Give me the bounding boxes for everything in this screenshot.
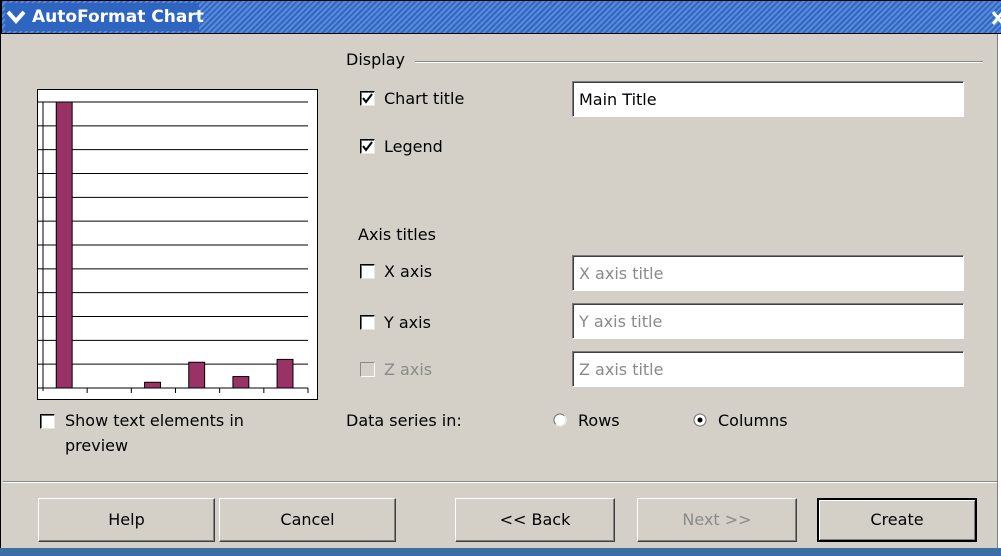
display-heading: Display: [346, 50, 405, 69]
show-text-elements-checkbox[interactable]: [40, 414, 55, 429]
autoformat-chart-dialog: AutoFormat Chart Show text elements in p…: [0, 0, 1001, 548]
checkmark-icon: [362, 141, 373, 152]
chart-title-label: Chart title: [384, 89, 465, 108]
rows-radio-label[interactable]: Rows: [578, 411, 620, 430]
columns-radio-label[interactable]: Columns: [718, 411, 788, 430]
close-icon[interactable]: [990, 9, 1001, 27]
chart-bar: [188, 361, 206, 389]
chart-title-input[interactable]: [572, 81, 964, 117]
show-text-elements-label-line1: Show text elements in: [65, 411, 244, 430]
cancel-button[interactable]: Cancel: [219, 498, 396, 542]
z-axis-title-input: [572, 351, 964, 387]
back-button[interactable]: << Back: [455, 498, 615, 542]
display-separator: [415, 61, 983, 63]
window-title: AutoFormat Chart: [32, 7, 204, 27]
chart-preview: [37, 89, 318, 400]
chart-preview-plot: [38, 101, 309, 393]
chart-bar: [276, 358, 294, 389]
show-text-elements-label-line2: preview: [65, 436, 129, 455]
checkmark-icon: [362, 93, 373, 104]
help-button[interactable]: Help: [38, 498, 215, 542]
radio-icon[interactable]: [553, 413, 567, 427]
title-bar[interactable]: AutoFormat Chart: [1, 0, 1001, 34]
y-axis-label: Y axis: [384, 313, 431, 332]
chart-title-checkbox[interactable]: [360, 91, 375, 106]
z-axis-checkbox: [360, 362, 375, 377]
axis-titles-heading: Axis titles: [358, 225, 436, 244]
y-axis-title-input[interactable]: [572, 303, 964, 339]
chevron-down-icon[interactable]: [4, 6, 28, 28]
dialog-right-edge: [997, 34, 1001, 548]
y-axis-checkbox[interactable]: [360, 315, 375, 330]
chart-bar: [144, 381, 161, 389]
desktop-background: [0, 548, 1001, 556]
legend-checkbox[interactable]: [360, 139, 375, 154]
radio-icon[interactable]: [693, 413, 707, 427]
chart-bar: [232, 376, 250, 389]
data-series-label: Data series in:: [346, 411, 462, 430]
create-button[interactable]: Create: [817, 498, 977, 542]
x-axis-label: X axis: [384, 262, 433, 281]
legend-label: Legend: [384, 137, 443, 156]
x-axis-title-input[interactable]: [572, 255, 964, 291]
z-axis-label: Z axis: [384, 360, 433, 379]
chart-bar: [55, 101, 73, 389]
next-button: Next >>: [637, 498, 797, 542]
button-divider: [3, 481, 999, 483]
x-axis-checkbox[interactable]: [360, 264, 375, 279]
